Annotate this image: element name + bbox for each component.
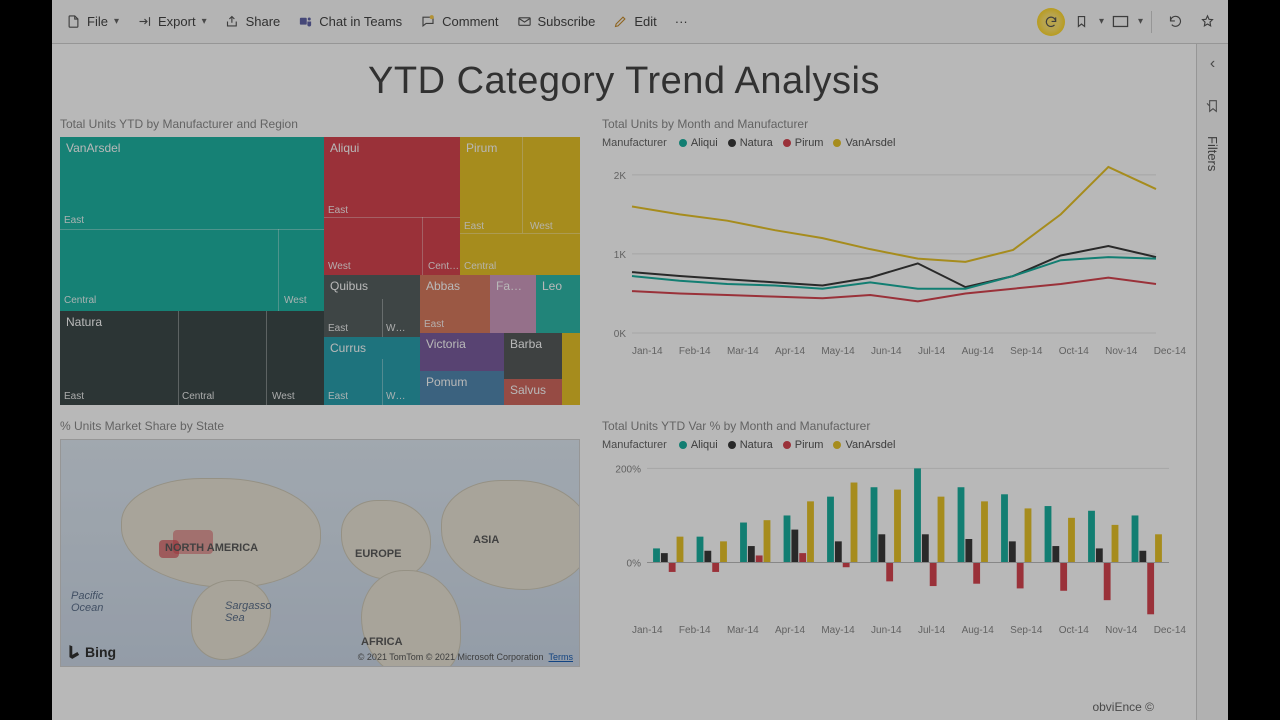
star-icon <box>1200 14 1215 29</box>
treemap-node[interactable]: AbbasEast <box>420 275 490 333</box>
map-label-pacific: Pacific Ocean <box>71 590 103 614</box>
treemap-node[interactable]: Victoria <box>420 333 504 371</box>
line-legend: ManufacturerAliquiNaturaPirumVanArsdel <box>602 137 1188 149</box>
chat-teams-button[interactable]: Chat in Teams <box>290 10 410 33</box>
refresh-icon <box>1044 15 1058 29</box>
map-terms-link[interactable]: Terms <box>549 652 574 662</box>
layout-icon <box>1112 15 1129 28</box>
bing-icon <box>67 644 81 660</box>
data-refresh-indicator[interactable] <box>1037 8 1065 36</box>
file-icon <box>66 14 81 29</box>
line-chart-card[interactable]: Total Units by Month and Manufacturer Ma… <box>602 117 1188 405</box>
bookmarks-pane-icon[interactable] <box>1201 94 1225 118</box>
bookmark-icon <box>1074 14 1089 29</box>
reset-icon <box>1168 14 1183 29</box>
svg-text:2K: 2K <box>614 171 627 182</box>
pencil-icon <box>613 14 628 29</box>
map-label-na: NORTH AMERICA <box>165 542 258 554</box>
treemap-visual[interactable]: VanArsdelEastCentralWestNaturaEastCentra… <box>60 137 580 405</box>
side-pane: ‹ Filters <box>1196 44 1228 720</box>
line-chart-visual[interactable]: 0K 1K 2K <box>602 153 1162 339</box>
toolbar: File▾ Export▾ Share Chat in Teams Commen… <box>52 0 1228 44</box>
treemap-node[interactable]: Fa… <box>490 275 536 333</box>
mail-icon <box>517 14 532 29</box>
bookmark-chevron-icon[interactable]: ▾ <box>1099 16 1104 27</box>
treemap-node[interactable]: VanArsdelEastCentralWest <box>60 137 324 311</box>
teams-icon <box>298 14 313 29</box>
svg-text:0K: 0K <box>614 329 627 339</box>
bookmark-button[interactable] <box>1067 7 1097 37</box>
comment-button[interactable]: Comment <box>412 10 506 33</box>
share-button[interactable]: Share <box>217 10 289 33</box>
treemap-node[interactable]: PirumEastWestCentral <box>460 137 580 275</box>
view-mode-button[interactable] <box>1106 7 1136 37</box>
export-icon <box>137 14 152 29</box>
treemap-node[interactable]: QuibusEastW… <box>324 275 420 337</box>
treemap-card[interactable]: Total Units YTD by Manufacturer and Regi… <box>60 117 580 405</box>
map-label-as: ASIA <box>473 534 499 546</box>
subscribe-button[interactable]: Subscribe <box>509 10 604 33</box>
svg-text:0%: 0% <box>627 559 642 570</box>
bing-logo: Bing <box>67 644 116 660</box>
bar-x-axis: Jan-14Feb-14Mar-14Apr-14May-14Jun-14Jul-… <box>602 623 1188 636</box>
bookmark-pane-icon <box>1205 98 1221 114</box>
reset-button[interactable] <box>1160 7 1190 37</box>
treemap-title: Total Units YTD by Manufacturer and Regi… <box>60 117 580 131</box>
filters-pane-toggle[interactable]: Filters <box>1205 136 1220 171</box>
bar-chart-title: Total Units YTD Var % by Month and Manuf… <box>602 419 1188 433</box>
treemap-node[interactable]: Leo <box>536 275 580 333</box>
map-visual[interactable]: NORTH AMERICA EUROPE ASIA AFRICA Pacific… <box>60 439 580 667</box>
map-label-sargasso: Sargasso Sea <box>225 600 271 624</box>
collapse-pane-button[interactable]: ‹ <box>1201 52 1225 76</box>
report-canvas: YTD Category Trend Analysis Total Units … <box>52 44 1196 720</box>
footer-brand: obviEnce © <box>1092 700 1154 714</box>
bar-chart-card[interactable]: Total Units YTD Var % by Month and Manuf… <box>602 419 1188 667</box>
report-title: YTD Category Trend Analysis <box>60 60 1188 103</box>
app-frame: File▾ Export▾ Share Chat in Teams Commen… <box>52 0 1228 720</box>
map-credits: © 2021 TomTom © 2021 Microsoft Corporati… <box>358 652 573 662</box>
edit-button[interactable]: Edit <box>605 10 664 33</box>
favorite-button[interactable] <box>1192 7 1222 37</box>
file-menu[interactable]: File▾ <box>58 10 127 33</box>
treemap-node[interactable]: Salvus <box>504 379 562 405</box>
treemap-node[interactable]: CurrusEastW… <box>324 337 420 405</box>
treemap-node[interactable]: Barba <box>504 333 562 379</box>
comment-icon <box>420 14 436 29</box>
treemap-node[interactable]: Pomum <box>420 371 504 405</box>
line-x-axis: Jan-14Feb-14Mar-14Apr-14May-14Jun-14Jul-… <box>602 344 1188 357</box>
share-icon <box>225 14 240 29</box>
map-title: % Units Market Share by State <box>60 419 580 433</box>
treemap-node[interactable]: AliquiEastWestCent… <box>324 137 460 275</box>
map-label-eu: EUROPE <box>355 548 401 560</box>
treemap-node[interactable]: NaturaEastCentralWest <box>60 311 324 405</box>
bar-legend: ManufacturerAliquiNaturaPirumVanArsdel <box>602 439 1188 451</box>
map-label-af: AFRICA <box>361 636 403 648</box>
svg-text:200%: 200% <box>615 464 641 475</box>
svg-text:1K: 1K <box>614 250 627 261</box>
view-chevron-icon[interactable]: ▾ <box>1138 16 1143 27</box>
more-menu[interactable]: ··· <box>667 10 696 33</box>
bar-chart-visual[interactable]: 0% 200% <box>602 455 1188 623</box>
map-card[interactable]: % Units Market Share by State NORTH AMER… <box>60 419 580 667</box>
line-chart-title: Total Units by Month and Manufacturer <box>602 117 1188 131</box>
export-menu[interactable]: Export▾ <box>129 10 215 33</box>
treemap-node[interactable] <box>562 333 580 405</box>
